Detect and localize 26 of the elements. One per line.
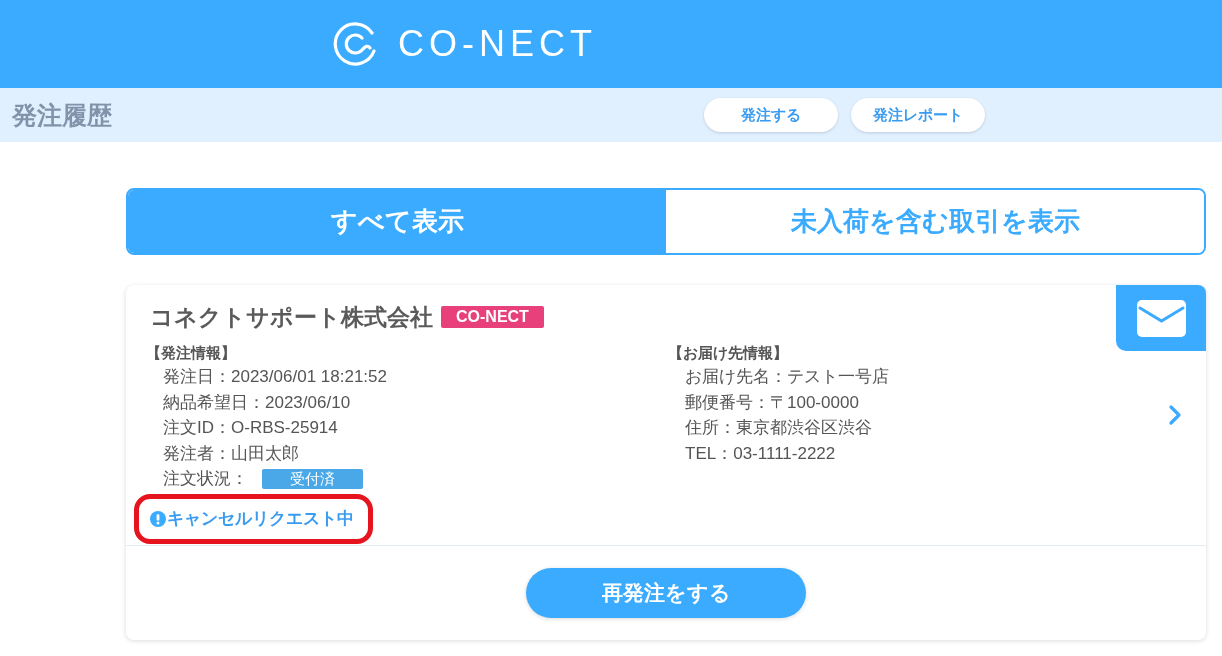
supplier-name: コネクトサポート株式会社	[150, 303, 433, 332]
status-label: 注文状況：	[163, 468, 248, 490]
order-detail: 納品希望日：2023/06/10	[162, 391, 352, 414]
order-detail: 発注者：山田太郎	[162, 442, 300, 465]
envelope-icon	[1136, 299, 1186, 337]
mail-button[interactable]	[1116, 285, 1206, 351]
section-heading: 【お届け先情報】	[668, 343, 789, 363]
notice-text: キャンセルリクエスト中	[167, 508, 354, 530]
delivery-detail: TEL：03-1111-2222	[684, 442, 837, 465]
delivery-detail: お届け先名：テスト一号店	[684, 366, 890, 388]
info-icon	[150, 510, 166, 527]
section-heading: 【発注情報】	[146, 343, 237, 363]
header-action-button[interactable]: 発注する	[704, 98, 838, 132]
page-title: 発注履歴	[12, 102, 112, 128]
order-detail: 発注日：2023/06/01 18:21:52	[162, 366, 388, 388]
logo-text: CO-NECT	[398, 26, 597, 62]
supplier-tag: CO-NECT	[441, 306, 544, 328]
reorder-button[interactable]: 再発注をする	[526, 568, 806, 618]
delivery-detail: 住所：東京都渋谷区渋谷	[684, 417, 873, 439]
header-action-button[interactable]: 発注レポート	[851, 98, 985, 132]
chevron-right-icon[interactable]	[1168, 404, 1182, 426]
order-detail: 注文ID：O-RBS-25914	[162, 417, 339, 439]
delivery-detail: 郵便番号：〒100-0000	[684, 391, 860, 414]
logo-icon	[332, 21, 378, 67]
order-status: 受付済	[262, 468, 363, 489]
filter-tab[interactable]: すべて表示	[128, 190, 666, 253]
